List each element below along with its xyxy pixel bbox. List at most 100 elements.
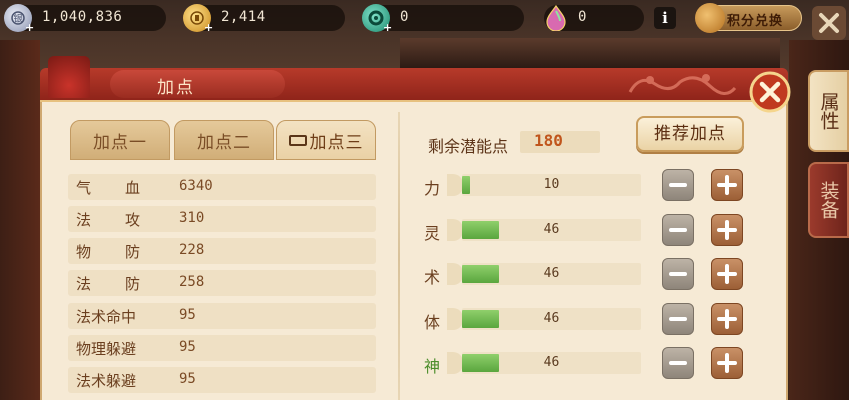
pagoda-ornament (40, 56, 110, 104)
silver-amount: 1,040,836 (42, 9, 123, 25)
gold-resource[interactable]: + 2,414 (183, 4, 345, 34)
stat-name: 法术命中 (76, 308, 137, 326)
stat-row: 气血 6340 (68, 174, 376, 200)
increase-button[interactable] (711, 258, 743, 290)
stat-value: 95 (179, 371, 196, 387)
plus-icon (717, 353, 737, 373)
stat-row: 物防 228 (68, 238, 376, 264)
increase-button[interactable] (711, 169, 743, 201)
stat-row: 法防 258 (68, 270, 376, 296)
tab-equipment[interactable]: 装备 (808, 162, 849, 238)
attribute-label: 体 (424, 313, 441, 332)
increase-button[interactable] (711, 303, 743, 335)
stat-row: 物理躲避 95 (68, 335, 376, 361)
stat-value: 6340 (179, 178, 213, 194)
panel-title: 加点 (157, 78, 195, 98)
attribute-label: 灵 (424, 224, 441, 243)
minus-icon (669, 272, 687, 276)
svg-text:银: 银 (13, 13, 22, 25)
add-jade-icon: + (383, 21, 393, 34)
jade-amount: 0 (400, 9, 409, 25)
horse-pattern-decoration (620, 66, 740, 102)
stat-name: 法防 (76, 275, 175, 293)
stat-row: 法攻 310 (68, 206, 376, 232)
stat-value: 258 (179, 274, 205, 290)
attribute-bar: 10 (462, 174, 641, 196)
decrease-button[interactable] (662, 214, 694, 246)
minus-icon (669, 361, 687, 365)
panel-divider (398, 112, 400, 400)
tab-plan-1[interactable]: 加点一 (70, 120, 170, 160)
decrease-button[interactable] (662, 303, 694, 335)
minus-icon (669, 183, 687, 187)
recommend-points-button[interactable]: 推荐加点 (636, 116, 744, 152)
add-silver-icon: + (25, 21, 35, 34)
tab-plan-3[interactable]: 加点三 (276, 120, 376, 160)
tab-plan-2-label: 加点二 (197, 132, 251, 153)
stat-row: 法术命中 95 (68, 303, 376, 329)
outer-close-button[interactable] (812, 6, 846, 40)
add-gold-icon: + (204, 21, 214, 34)
points-exchange-button[interactable]: 积分兑换 (695, 3, 802, 33)
attribute-bar: 46 (462, 352, 641, 374)
attribute-bar: 46 (462, 263, 641, 285)
stat-value: 310 (179, 210, 205, 226)
plus-icon (717, 264, 737, 284)
plus-icon (717, 175, 737, 195)
remaining-points-value: 180 (534, 131, 563, 150)
attribute-label: 力 (424, 179, 441, 198)
stat-name: 气血 (76, 179, 175, 197)
info-button[interactable]: i (654, 7, 676, 29)
stat-row: 法术躲避 95 (68, 367, 376, 393)
close-icon (819, 13, 839, 33)
stat-value: 95 (179, 339, 196, 355)
minus-icon (669, 317, 687, 321)
gem-resource[interactable]: 0 (544, 5, 644, 31)
tab-attributes-label: 属性 (817, 92, 840, 130)
decrease-button[interactable] (662, 258, 694, 290)
silver-resource[interactable]: 银 + 1,040,836 (4, 4, 166, 34)
close-icon (749, 71, 791, 113)
decrease-button[interactable] (662, 169, 694, 201)
pagoda-icon (48, 56, 90, 98)
minus-icon (669, 228, 687, 232)
plus-icon (717, 220, 737, 240)
stat-name: 物防 (76, 243, 175, 261)
tab-plan-1-label: 加点一 (93, 132, 147, 153)
stat-value: 95 (179, 307, 196, 323)
attribute-value: 10 (543, 177, 560, 192)
jade-resource[interactable]: + 0 (362, 4, 524, 34)
stat-name: 物理躲避 (76, 340, 137, 358)
bookmark-icon (288, 134, 307, 146)
gem-amount: 0 (578, 9, 587, 25)
increase-button[interactable] (711, 214, 743, 246)
money-bag-icon (695, 3, 725, 33)
title-ribbon (110, 70, 285, 98)
tab-attributes[interactable]: 属性 (808, 70, 849, 152)
attribute-bar: 46 (462, 219, 641, 241)
attribute-label: 术 (424, 268, 441, 287)
resource-bar: 银 + 1,040,836 + 2,414 + 0 0 i 积分兑换 (0, 0, 849, 36)
stat-name: 法术躲避 (76, 372, 137, 390)
stat-value: 228 (179, 242, 205, 258)
attribute-value: 46 (543, 311, 560, 326)
decrease-button[interactable] (662, 347, 694, 379)
plus-icon (717, 309, 737, 329)
left-pillar (0, 40, 40, 400)
attribute-value: 46 (543, 266, 560, 281)
attribute-value: 46 (543, 222, 560, 237)
gem-icon (542, 4, 570, 32)
attribute-value: 46 (543, 355, 560, 370)
stat-name: 法攻 (76, 211, 175, 229)
remaining-points-label: 剩余潜能点 (428, 137, 509, 156)
tab-plan-2[interactable]: 加点二 (174, 120, 274, 160)
close-panel-button[interactable] (749, 71, 791, 113)
roof-decoration (400, 38, 780, 68)
points-exchange-label: 积分兑换 (727, 14, 784, 29)
increase-button[interactable] (711, 347, 743, 379)
gold-amount: 2,414 (221, 9, 266, 25)
attribute-bar: 46 (462, 308, 641, 330)
tab-plan-3-label: 加点三 (309, 132, 364, 153)
tab-equipment-label: 装备 (817, 181, 840, 219)
attribute-label: 神 (424, 357, 441, 376)
